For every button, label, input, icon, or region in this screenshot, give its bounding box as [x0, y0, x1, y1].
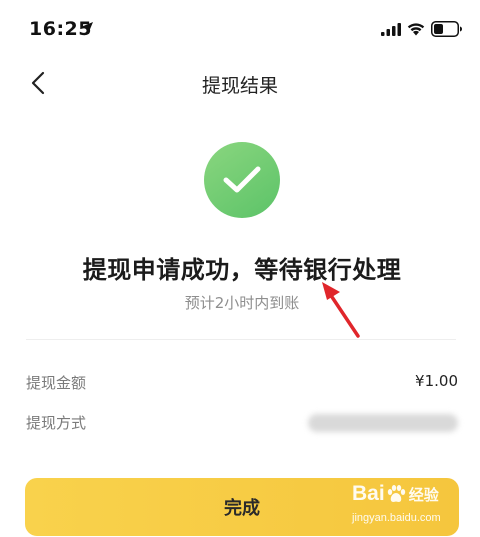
wifi-icon — [407, 23, 425, 36]
result-title: 提现申请成功，等待银行处理 — [82, 256, 402, 284]
status-bar: 16:25 — [0, 0, 480, 60]
divider — [26, 339, 456, 340]
withdraw-amount-value: ¥1.00 — [415, 372, 458, 390]
checkmark-icon — [223, 166, 261, 193]
result-subtitle: 预计2小时内到账 — [184, 294, 300, 312]
nav-bar: 提现结果 — [0, 60, 480, 106]
withdraw-method-value-redacted — [308, 414, 458, 432]
done-button[interactable]: 完成 — [25, 478, 459, 536]
withdraw-method-label: 提现方式 — [26, 414, 87, 432]
location-arrow-icon — [81, 22, 93, 34]
battery-icon — [431, 21, 462, 37]
success-badge — [204, 142, 280, 218]
page-title: 提现结果 — [201, 75, 278, 97]
done-button-label: 完成 — [224, 498, 260, 519]
signal-icon — [381, 23, 401, 36]
withdraw-amount-label: 提现金额 — [26, 374, 87, 392]
annotation-arrow-icon — [322, 282, 360, 338]
withdraw-amount-row: 提现金额 ¥1.00 — [26, 372, 458, 396]
withdraw-method-row: 提现方式 — [26, 412, 458, 436]
